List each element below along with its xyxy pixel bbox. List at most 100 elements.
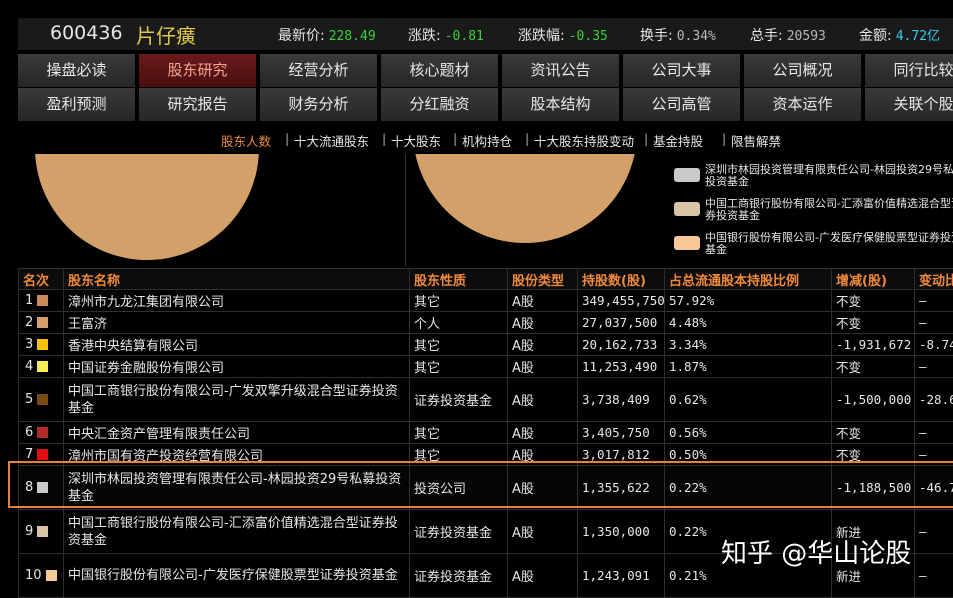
header-cell-1: 股东名称 xyxy=(64,269,410,290)
change-percent: — xyxy=(915,290,953,312)
table-row[interactable]: 2王富济个人A股27,037,5004.48%不变— xyxy=(19,312,953,334)
metric-4: 总手:20593 xyxy=(750,25,826,45)
table-row[interactable]: 3 香港中央结算有限公司其它A股20,162,7333.34%-1,931,672… xyxy=(19,334,953,356)
nav-tab-row1-5[interactable]: 公司大事 xyxy=(623,54,742,87)
rank-cell: 6 xyxy=(19,422,64,444)
holding-ratio: 3.34% xyxy=(665,334,832,356)
nav-tab-row1-1[interactable]: 股东研究 xyxy=(139,54,258,87)
shares-held: 1,355,622 xyxy=(578,466,665,510)
change-percent: -28.63% xyxy=(915,378,953,422)
table-row[interactable]: 6中央汇金资产管理有限责任公司其它A股3,405,7500.56%不变— xyxy=(19,422,953,444)
subnav-separator: | xyxy=(382,131,386,146)
holding-change: 不变 xyxy=(832,422,915,444)
subnav-item-1[interactable]: 十大流通股东 xyxy=(294,131,369,150)
metric-value: -0.81 xyxy=(445,29,484,44)
share-type: A股 xyxy=(508,334,578,356)
shareholder-nature: 个人 xyxy=(410,312,508,334)
rank-cell: 8 xyxy=(19,466,64,510)
quote-header: 600436 片仔癀 最新价:228.49涨跌:-0.81涨跌幅:-0.35换手… xyxy=(0,0,953,52)
metric-value: -0.35 xyxy=(569,29,608,44)
subnav-item-6[interactable]: 限售解禁 xyxy=(731,131,781,150)
shareholder-name: 香港中央结算有限公司 xyxy=(64,334,410,356)
shares-held: 27,037,500 xyxy=(578,312,665,334)
subnav-item-2[interactable]: 十大股东 xyxy=(391,131,441,150)
nav-tab-row1-0[interactable]: 操盘必读 xyxy=(18,54,137,87)
change-percent: — xyxy=(915,422,953,444)
shareholder-chart-area: 深圳市林园投资管理有限责任公司-林园投资29号私募投资基金中国工商银行股份有限公… xyxy=(18,154,953,266)
shares-held: 11,253,490 xyxy=(578,356,665,378)
shares-held: 3,017,812 xyxy=(578,444,665,466)
legend-swatch xyxy=(674,236,700,250)
nav-tab-row2-5[interactable]: 公司高管 xyxy=(623,88,742,121)
nav-tab-row1-7[interactable]: 同行比较 xyxy=(865,54,953,87)
nav-tab-row2-4[interactable]: 股本结构 xyxy=(502,88,621,121)
subnav-separator: | xyxy=(644,131,648,146)
nav-tab-row2-2[interactable]: 财务分析 xyxy=(260,88,379,121)
shareholder-name: 中国银行股份有限公司-广发医疗保健股票型证券投资基金 xyxy=(64,554,410,598)
holding-change: 不变 xyxy=(832,444,915,466)
shareholder-name: 中国证券金融股份有限公司 xyxy=(64,356,410,378)
shareholder-name: 漳州市九龙江集团有限公司 xyxy=(64,290,410,312)
shareholder-nature: 其它 xyxy=(410,444,508,466)
rank-number: 9 xyxy=(25,524,33,539)
nav-tab-row1-4[interactable]: 资讯公告 xyxy=(502,54,621,87)
shares-held: 3,405,750 xyxy=(578,422,665,444)
nav-tab-row1-6[interactable]: 公司概况 xyxy=(744,54,863,87)
shares-held: 20,162,733 xyxy=(578,334,665,356)
subnav-item-4[interactable]: 十大股东持股变动 xyxy=(534,131,634,150)
rank-number: 4 xyxy=(25,359,33,374)
header-cell-0: 名次 xyxy=(19,269,64,290)
nav-tab-row2-0[interactable]: 盈利预测 xyxy=(18,88,137,121)
table-row[interactable]: 7漳州市国有资产投资经营有限公司其它A股3,017,8120.50%不变— xyxy=(19,444,953,466)
rank-cell: 3 xyxy=(19,334,64,356)
nav-tab-row1-3[interactable]: 核心题材 xyxy=(381,54,500,87)
share-type: A股 xyxy=(508,554,578,598)
shareholder-nature: 其它 xyxy=(410,334,508,356)
metric-value: 228.49 xyxy=(329,29,376,44)
holding-ratio: 0.50% xyxy=(665,444,832,466)
subnav-item-3[interactable]: 机构持仓 xyxy=(462,131,512,150)
table-row[interactable]: 1漳州市九龙江集团有限公司其它A股349,455,75057.92%不变— xyxy=(19,290,953,312)
share-type: A股 xyxy=(508,466,578,510)
rank-cell: 7 xyxy=(19,444,64,466)
change-percent: — xyxy=(915,444,953,466)
shareholder-nature: 证券投资基金 xyxy=(410,378,508,422)
holding-ratio: 4.48% xyxy=(665,312,832,334)
table-row[interactable]: 8深圳市林园投资管理有限责任公司-林园投资29号私募投资基金投资公司A股1,35… xyxy=(19,466,953,510)
subnav-item-0[interactable]: 股东人数 xyxy=(221,131,271,150)
table-row[interactable]: 4中国证券金融股份有限公司其它A股11,253,4901.87%不变— xyxy=(19,356,953,378)
header-cell-3: 股份类型 xyxy=(508,269,578,290)
share-type: A股 xyxy=(508,510,578,554)
metric-0: 最新价:228.49 xyxy=(278,25,376,45)
chart-divider xyxy=(405,154,406,266)
rank-color-swatch xyxy=(37,361,48,372)
stock-code: 600436 xyxy=(50,22,123,44)
shares-held: 3,738,409 xyxy=(578,378,665,422)
rank-number: 8 xyxy=(25,480,33,495)
nav-tab-row2-7[interactable]: 关联个股 xyxy=(865,88,953,121)
shareholder-nature: 其它 xyxy=(410,356,508,378)
nav-tab-row2-3[interactable]: 分红融资 xyxy=(381,88,500,121)
shares-held: 1,243,091 xyxy=(578,554,665,598)
rank-cell: 10 xyxy=(19,554,64,598)
metric-value: 20593 xyxy=(787,29,826,44)
table-header-row: 名次股东名称股东性质股份类型持股数(股)占总流通股本持股比例增减(股)变动比例 xyxy=(19,269,953,290)
nav-tab-row2-6[interactable]: 资本运作 xyxy=(744,88,863,121)
rank-color-swatch xyxy=(37,427,48,438)
rank-color-swatch xyxy=(46,570,57,581)
holding-change: -1,931,672 xyxy=(832,334,915,356)
nav-tab-row1-2[interactable]: 经营分析 xyxy=(260,54,379,87)
subnav-separator: | xyxy=(453,131,457,146)
holding-ratio: 0.22% xyxy=(665,466,832,510)
subnav-separator: | xyxy=(285,131,289,146)
subnav-item-5[interactable]: 基金持股 xyxy=(653,131,703,150)
rank-number: 3 xyxy=(25,337,33,352)
change-percent: -46.71% xyxy=(915,466,953,510)
change-percent: — xyxy=(915,356,953,378)
holding-ratio: 1.87% xyxy=(665,356,832,378)
table-row[interactable]: 5中国工商银行股份有限公司-广发双擎升级混合型证券投资基金证券投资基金A股3,7… xyxy=(19,378,953,422)
share-type: A股 xyxy=(508,356,578,378)
sub-nav: 股东人数|十大流通股东|十大股东|机构持仓|十大股东持股变动|基金持股|限售解禁 xyxy=(0,128,953,150)
nav-tab-row2-1[interactable]: 研究报告 xyxy=(139,88,258,121)
rank-number: 10 xyxy=(25,568,42,583)
